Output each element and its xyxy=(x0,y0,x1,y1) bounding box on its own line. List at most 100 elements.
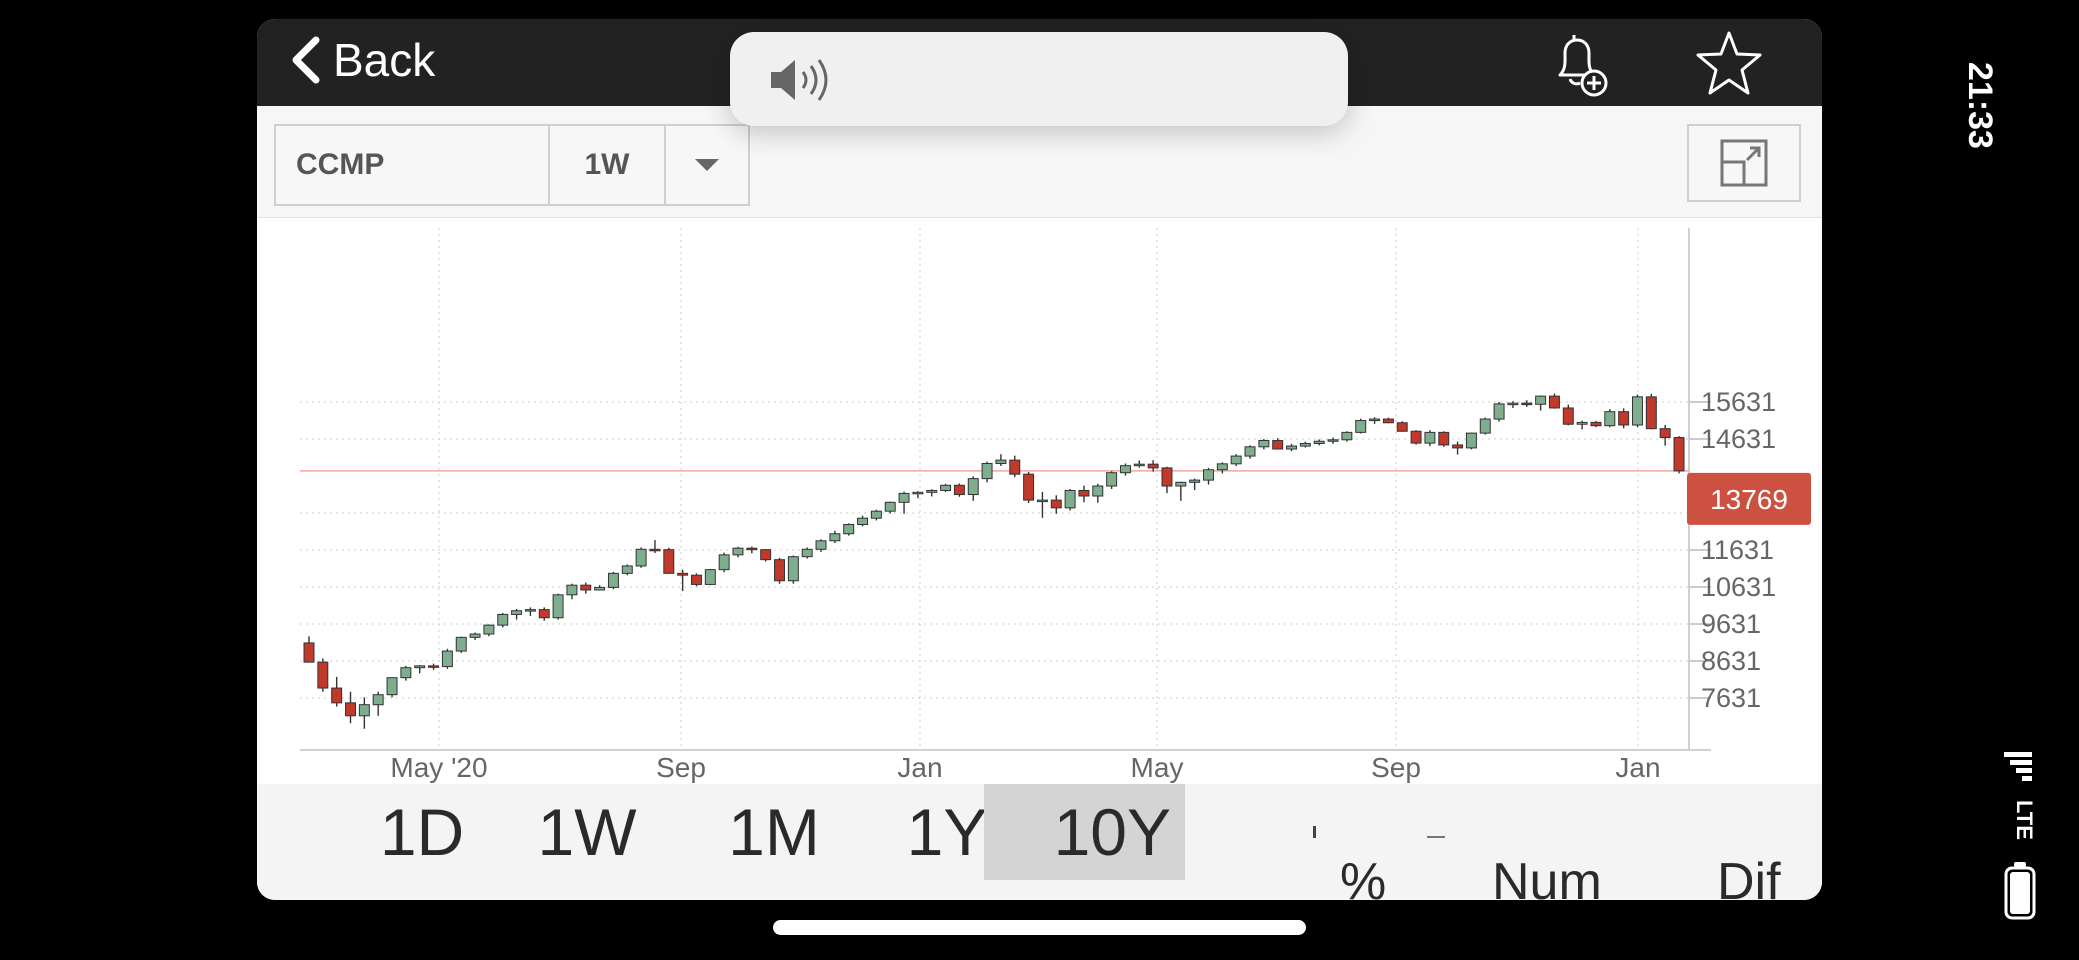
candle-body xyxy=(1078,489,1090,497)
candle-body xyxy=(1410,430,1422,444)
candle-body xyxy=(1036,499,1048,503)
candle-body xyxy=(372,694,384,706)
candle-body xyxy=(1521,402,1533,406)
status-time: 21:33 xyxy=(1961,62,1999,149)
candle-body xyxy=(441,650,453,668)
range-1m-button[interactable]: 1M xyxy=(694,784,854,880)
candle-body xyxy=(884,501,896,512)
candle-body xyxy=(1313,440,1325,444)
candle-body xyxy=(663,549,675,574)
candle-body xyxy=(1659,428,1671,439)
candle-body xyxy=(1050,499,1062,509)
range-1d-button[interactable]: 1D xyxy=(352,784,492,880)
y-axis-label: 8631 xyxy=(1701,646,1761,676)
candle-body xyxy=(483,624,495,635)
interval-dropdown-button[interactable] xyxy=(666,126,748,204)
candle-body xyxy=(345,702,356,717)
candle-body xyxy=(1590,421,1602,427)
candle-body xyxy=(760,549,772,561)
chevron-left-icon xyxy=(292,36,320,84)
candle-body xyxy=(1562,407,1574,425)
candle-body xyxy=(898,492,910,503)
candle-body xyxy=(386,677,398,696)
candle-body xyxy=(1189,479,1201,483)
mode-percent-button[interactable]: % xyxy=(1340,852,1386,900)
candle-body xyxy=(303,642,315,663)
candle-body xyxy=(870,510,882,519)
candle-body xyxy=(1161,467,1173,487)
x-axis-label: Jan xyxy=(897,752,942,783)
candle-body xyxy=(1438,431,1450,446)
y-axis-label: 11631 xyxy=(1701,535,1774,565)
battery-icon xyxy=(2004,862,2036,920)
x-axis-label: Jan xyxy=(1615,752,1660,783)
mode-num-button[interactable]: Num xyxy=(1492,852,1602,900)
bell-plus-icon[interactable] xyxy=(1542,29,1612,101)
candle-body xyxy=(926,489,938,493)
back-button[interactable]: Back xyxy=(287,29,435,91)
expand-button[interactable] xyxy=(1687,124,1801,202)
scroll-hint-mark xyxy=(1427,836,1445,838)
candle-body xyxy=(1147,463,1159,469)
candle-body xyxy=(690,574,702,585)
range-10y-button[interactable]: 10Y xyxy=(984,784,1185,880)
signal-bars-icon xyxy=(2004,752,2032,781)
star-icon[interactable] xyxy=(1694,29,1764,99)
candle-body xyxy=(829,533,841,542)
price-chart[interactable]: 7631863196311063111631126311463115631137… xyxy=(257,218,1822,784)
candle-body xyxy=(1355,420,1367,433)
candle-body xyxy=(1479,418,1491,434)
candle-body xyxy=(1382,418,1394,424)
candle-body xyxy=(1327,439,1339,442)
candle-body xyxy=(1341,431,1353,441)
candlestick-chart[interactable]: 7631863196311063111631126311463115631137… xyxy=(257,218,1822,784)
candle-body xyxy=(1576,421,1588,425)
y-axis-label: 15631 xyxy=(1701,387,1776,417)
candle-body xyxy=(815,540,827,550)
candle-body xyxy=(469,633,481,638)
candle-body xyxy=(1230,455,1242,465)
candle-body xyxy=(455,636,467,652)
candle-body xyxy=(1396,422,1408,432)
candle-body xyxy=(1092,485,1104,497)
candle-body xyxy=(1493,403,1505,420)
mode-dif-button[interactable]: Dif xyxy=(1717,852,1781,900)
candle-body xyxy=(1106,472,1118,487)
speaker-icon xyxy=(771,59,828,101)
symbol-field[interactable]: CCMP xyxy=(276,126,550,204)
candle-body xyxy=(635,548,647,567)
candle-body xyxy=(1216,463,1228,471)
range-1w-button[interactable]: 1W xyxy=(517,784,657,880)
candle-body xyxy=(1064,489,1076,509)
x-axis-label: Sep xyxy=(1371,752,1421,783)
candle-body xyxy=(967,478,979,496)
candle-body xyxy=(1535,395,1547,405)
candle-body xyxy=(718,554,730,571)
y-axis-label: 10631 xyxy=(1701,572,1776,602)
candle-body xyxy=(414,665,426,669)
candle-body xyxy=(1133,463,1145,467)
caret-down-icon xyxy=(695,159,719,171)
candle-body xyxy=(400,667,412,679)
candle-body xyxy=(953,484,965,496)
candle-body xyxy=(981,462,993,480)
candle-body xyxy=(358,704,370,717)
candle-body xyxy=(317,661,329,689)
y-axis-label: 7631 xyxy=(1701,683,1761,713)
range-selector: 1D 1W 1M 1Y 10Y % Num Dif xyxy=(257,784,1822,900)
candle-body xyxy=(732,547,744,556)
candle-body xyxy=(857,517,869,526)
candle-body xyxy=(649,548,661,552)
candle-body xyxy=(912,491,924,495)
interval-field[interactable]: 1W xyxy=(550,126,666,204)
candle-body xyxy=(995,459,1007,464)
scroll-hint-mark xyxy=(1313,826,1316,838)
candle-body xyxy=(1618,411,1630,426)
candle-body xyxy=(552,594,564,619)
candle-body xyxy=(1272,440,1284,450)
candle-body xyxy=(524,609,536,612)
candle-body xyxy=(1286,445,1298,450)
candle-body xyxy=(594,586,606,591)
candle-body xyxy=(580,584,592,591)
x-axis-label: May '20 xyxy=(390,752,487,783)
